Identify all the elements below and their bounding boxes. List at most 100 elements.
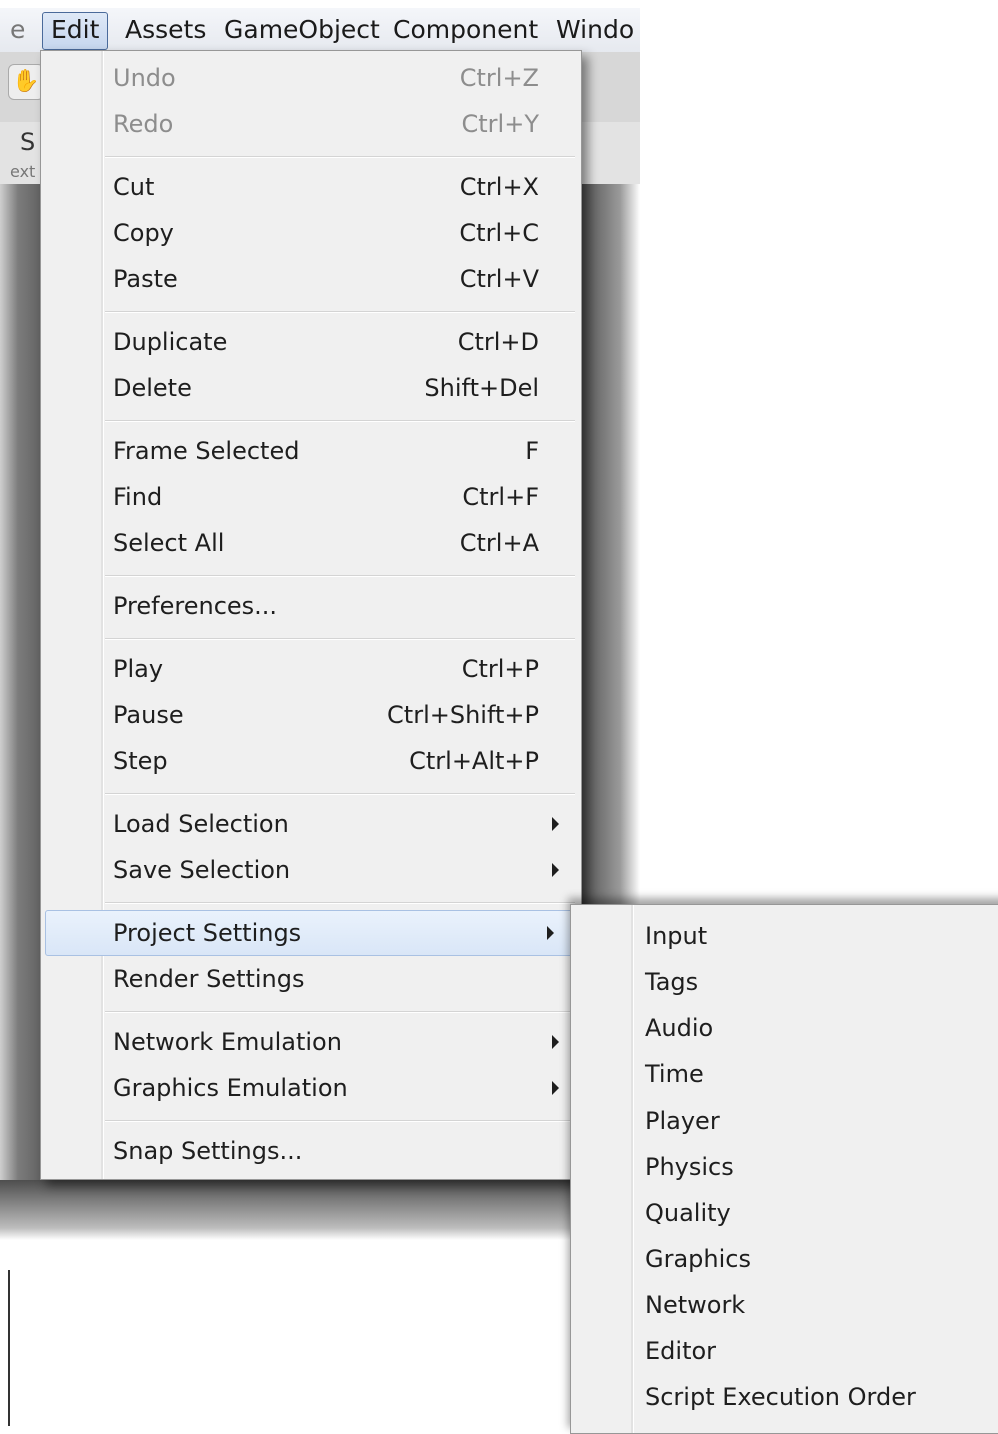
- menu-item-shortcut: Ctrl+Alt+P: [409, 747, 539, 775]
- menu-item-label: Project Settings: [113, 919, 302, 947]
- menu-item-redo[interactable]: Redo Ctrl+Y: [41, 101, 581, 147]
- menu-separator: [105, 311, 575, 313]
- menu-item-label: Time: [645, 1060, 704, 1088]
- menu-edit[interactable]: Edit: [42, 12, 109, 50]
- menu-item-label: Network Emulation: [113, 1028, 342, 1056]
- menu-item-shortcut: Ctrl+D: [457, 328, 539, 356]
- menu-item-duplicate[interactable]: Duplicate Ctrl+D: [41, 319, 581, 365]
- menu-item-label: Graphics Emulation: [113, 1074, 348, 1102]
- menu-item-label: Select All: [113, 529, 225, 557]
- menu-item-find[interactable]: Find Ctrl+F: [41, 474, 581, 520]
- panel-tab-letter[interactable]: S: [20, 128, 35, 156]
- window-edge: [8, 1270, 10, 1426]
- menu-item-label: Paste: [113, 265, 178, 293]
- menu-item-shortcut: Ctrl+C: [459, 219, 539, 247]
- menu-separator: [105, 420, 575, 422]
- menu-item-label: Editor: [645, 1337, 717, 1365]
- submenu-item-player[interactable]: Player: [571, 1098, 991, 1144]
- menu-item-label: Script Execution Order: [645, 1383, 916, 1411]
- menu-item-shortcut: Ctrl+X: [459, 173, 539, 201]
- menu-item-label: Frame Selected: [113, 437, 300, 465]
- menu-item-play[interactable]: Play Ctrl+P: [41, 646, 581, 692]
- menu-item-label: Step: [113, 747, 168, 775]
- menu-separator: [105, 1120, 575, 1122]
- chevron-right-icon: [552, 863, 559, 877]
- submenu-item-physics[interactable]: Physics: [571, 1144, 991, 1190]
- menu-separator: [105, 156, 575, 158]
- menu-item-cut[interactable]: Cut Ctrl+X: [41, 164, 581, 210]
- menu-separator: [105, 902, 575, 904]
- chevron-right-icon: [552, 1035, 559, 1049]
- menu-item-shortcut: F: [525, 437, 539, 465]
- menu-item-select-all[interactable]: Select All Ctrl+A: [41, 520, 581, 566]
- submenu-item-time[interactable]: Time: [571, 1051, 991, 1097]
- submenu-item-quality[interactable]: Quality: [571, 1190, 991, 1236]
- menu-item-paste[interactable]: Paste Ctrl+V: [41, 256, 581, 302]
- menu-item-label: Load Selection: [113, 810, 289, 838]
- menu-item-label: Cut: [113, 173, 155, 201]
- menu-item-render-settings[interactable]: Render Settings: [41, 956, 581, 1002]
- menu-item-label: Snap Settings...: [113, 1137, 303, 1165]
- menu-item-label: Preferences...: [113, 592, 278, 620]
- menu-item-shortcut: Ctrl+P: [461, 655, 539, 683]
- menu-separator: [105, 575, 575, 577]
- menu-item-label: Undo: [113, 64, 176, 92]
- menu-item-shortcut: Ctrl+Y: [461, 110, 539, 138]
- menu-item-pause[interactable]: Pause Ctrl+Shift+P: [41, 692, 581, 738]
- chevron-right-icon: [552, 1081, 559, 1095]
- menu-item-shortcut: Ctrl+Shift+P: [387, 701, 539, 729]
- menu-item-label: Pause: [113, 701, 184, 729]
- menu-item-step[interactable]: Step Ctrl+Alt+P: [41, 738, 581, 784]
- menu-window[interactable]: Windo: [556, 12, 634, 48]
- menu-separator: [105, 1011, 575, 1013]
- menu-item-snap-settings[interactable]: Snap Settings...: [41, 1128, 581, 1174]
- submenu-item-script-execution-order[interactable]: Script Execution Order: [571, 1374, 991, 1420]
- submenu-item-input[interactable]: Input: [571, 913, 991, 959]
- menu-item-label: Play: [113, 655, 164, 683]
- menu-item-preferences[interactable]: Preferences...: [41, 583, 581, 629]
- menu-item-copy[interactable]: Copy Ctrl+C: [41, 210, 581, 256]
- submenu-item-network[interactable]: Network: [571, 1282, 991, 1328]
- menu-item-label: Copy: [113, 219, 174, 247]
- menu-item-shortcut: Ctrl+A: [459, 529, 539, 557]
- menu-item-shortcut: Ctrl+V: [459, 265, 539, 293]
- menu-component[interactable]: Component: [393, 12, 538, 48]
- submenu-item-graphics[interactable]: Graphics: [571, 1236, 991, 1282]
- menu-item-label: Audio: [645, 1014, 714, 1042]
- menu-item-shortcut: Shift+Del: [424, 374, 539, 402]
- project-settings-submenu: Input Tags Audio Time Player Physics Qua…: [570, 904, 998, 1434]
- submenu-item-audio[interactable]: Audio: [571, 1005, 991, 1051]
- panel-text: ext: [10, 162, 36, 181]
- menu-item-frame-selected[interactable]: Frame Selected F: [41, 428, 581, 474]
- menu-item-graphics-emulation[interactable]: Graphics Emulation: [41, 1065, 581, 1111]
- menu-item-label: Physics: [645, 1153, 734, 1181]
- menu-item-label: Input: [645, 922, 708, 950]
- menu-item-label: Graphics: [645, 1245, 751, 1273]
- menu-file[interactable]: e: [10, 12, 25, 48]
- chevron-right-icon: [547, 926, 554, 940]
- menu-item-save-selection[interactable]: Save Selection: [41, 847, 581, 893]
- menu-item-project-settings[interactable]: Project Settings: [45, 910, 573, 956]
- submenu-item-tags[interactable]: Tags: [571, 959, 991, 1005]
- menu-item-label: Network: [645, 1291, 746, 1319]
- menu-item-label: Find: [113, 483, 163, 511]
- menu-item-label: Duplicate: [113, 328, 228, 356]
- menu-item-label: Save Selection: [113, 856, 291, 884]
- menu-bar: e Edit Assets GameObject Component Windo: [0, 8, 640, 52]
- menu-item-label: Delete: [113, 374, 192, 402]
- menu-separator: [105, 793, 575, 795]
- menu-item-network-emulation[interactable]: Network Emulation: [41, 1019, 581, 1065]
- menu-item-undo[interactable]: Undo Ctrl+Z: [41, 55, 581, 101]
- menu-item-shortcut: Ctrl+F: [462, 483, 539, 511]
- menu-assets[interactable]: Assets: [125, 12, 206, 48]
- edit-menu: Undo Ctrl+Z Redo Ctrl+Y Cut Ctrl+X Copy …: [40, 50, 582, 1180]
- menu-gameobject[interactable]: GameObject: [224, 12, 380, 48]
- hand-tool-icon[interactable]: ✋: [8, 64, 44, 100]
- menu-item-label: Player: [645, 1107, 720, 1135]
- submenu-item-editor[interactable]: Editor: [571, 1328, 991, 1374]
- menu-item-load-selection[interactable]: Load Selection: [41, 801, 581, 847]
- menu-item-label: Redo: [113, 110, 174, 138]
- menu-item-label: Quality: [645, 1199, 731, 1227]
- chevron-right-icon: [552, 817, 559, 831]
- menu-item-delete[interactable]: Delete Shift+Del: [41, 365, 581, 411]
